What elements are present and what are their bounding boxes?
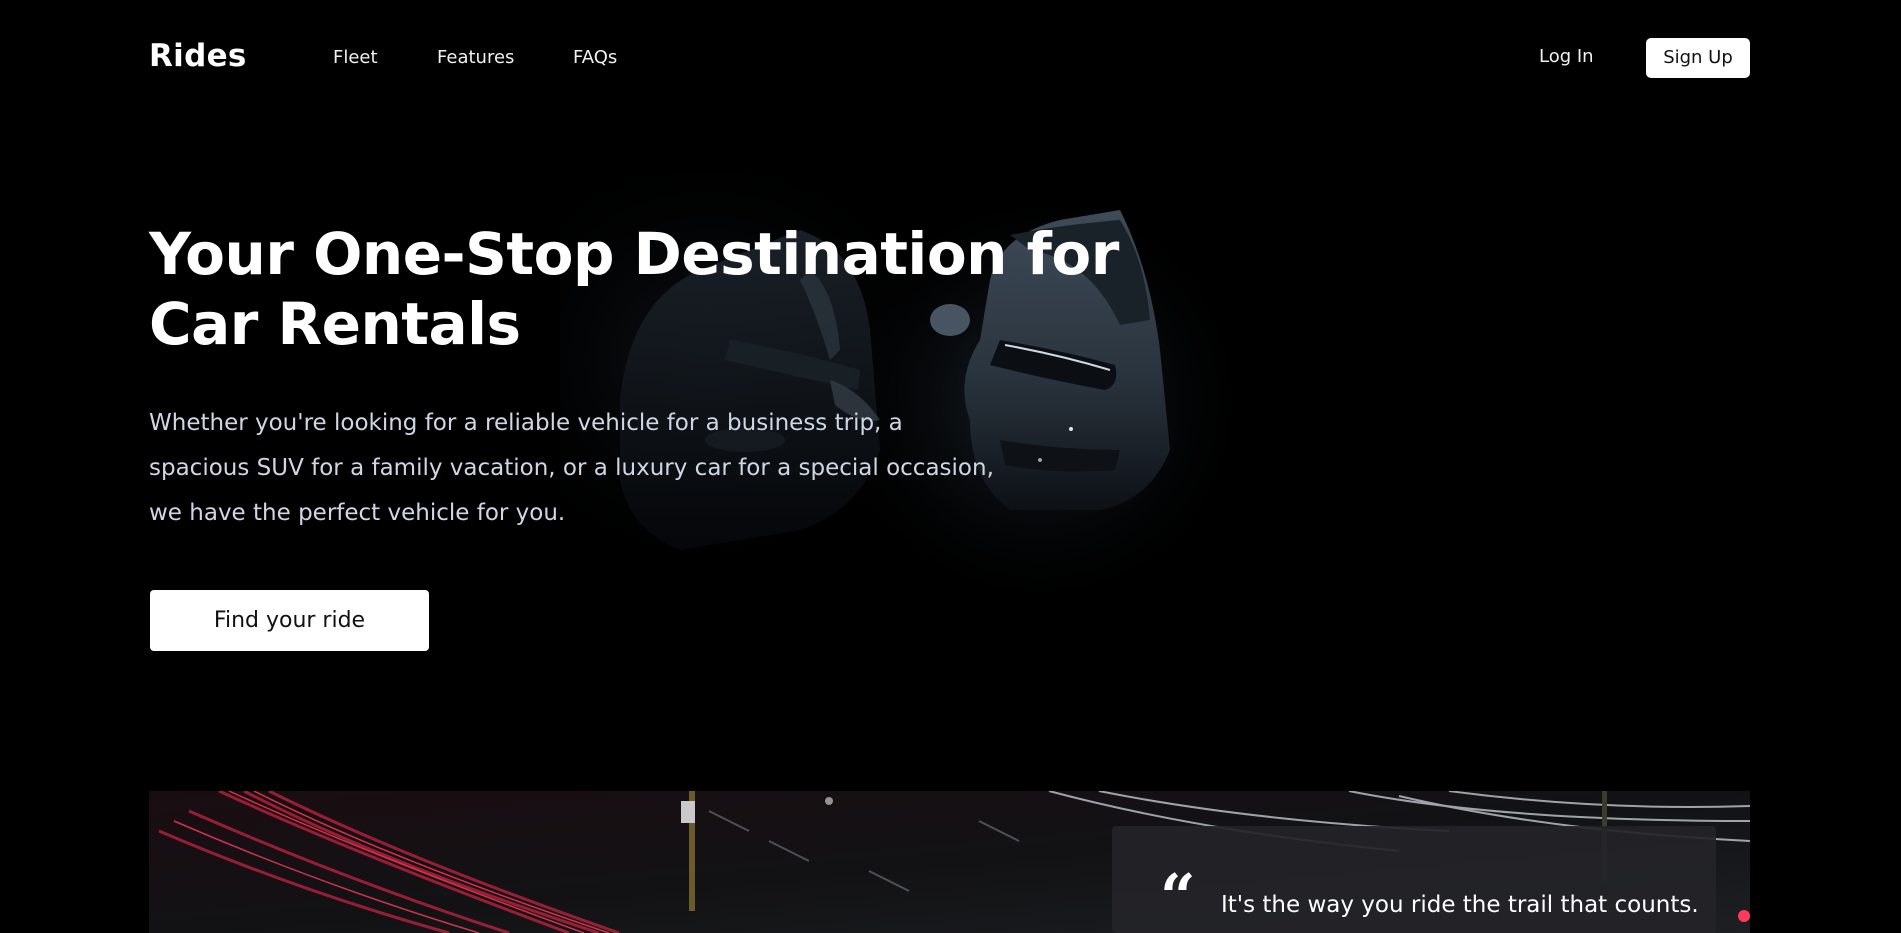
signup-button[interactable]: Sign Up (1646, 38, 1750, 78)
login-link[interactable]: Log In (1539, 46, 1594, 67)
top-navigation: Rides Fleet Features FAQs Log In Sign Up (0, 0, 1901, 118)
nav-link-faqs[interactable]: FAQs (573, 47, 617, 68)
testimonial-text: It's the way you ride the trail that cou… (1221, 892, 1699, 918)
quote-mark-icon: “ (1160, 860, 1196, 933)
hero-title: Your One-Stop Destination for Car Rental… (149, 220, 1119, 358)
hero-description: Whether you're looking for a reliable ve… (149, 410, 994, 526)
nav-link-fleet[interactable]: Fleet (333, 47, 378, 68)
nav-link-features[interactable]: Features (437, 47, 514, 68)
page: Rides Fleet Features FAQs Log In Sign Up (0, 0, 1901, 933)
logo[interactable]: Rides (149, 38, 247, 74)
find-your-ride-button[interactable]: Find your ride (150, 590, 429, 651)
